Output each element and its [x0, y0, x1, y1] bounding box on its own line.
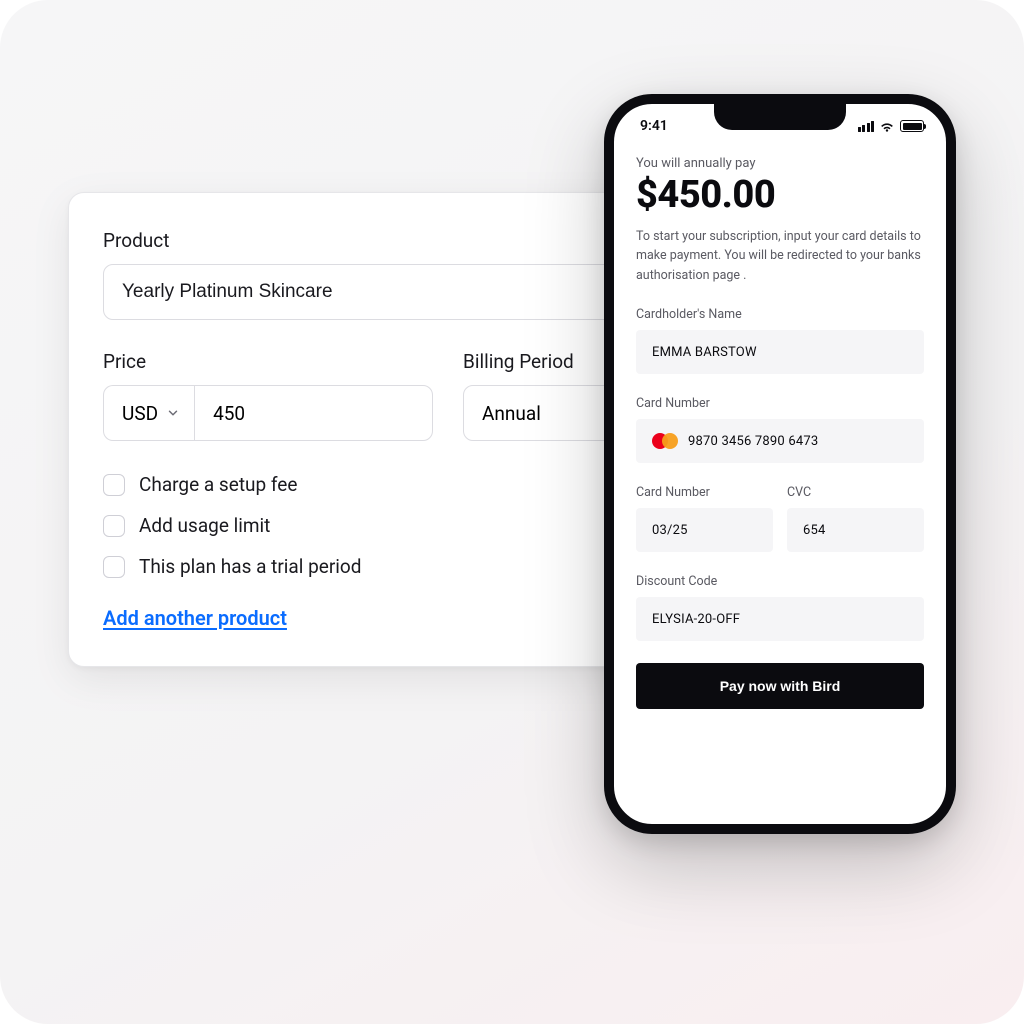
status-time: 9:41: [640, 118, 668, 134]
cvc-label: CVC: [787, 485, 924, 500]
canvas: Product Price USD 450 Bil: [0, 0, 1024, 1024]
signal-icon: [858, 121, 875, 132]
discount-label: Discount Code: [636, 574, 924, 589]
wifi-icon: [879, 120, 895, 132]
discount-input[interactable]: ELYSIA-20-OFF: [636, 597, 924, 641]
cardnumber-label: Card Number: [636, 396, 924, 411]
chevron-down-icon: [166, 406, 180, 420]
discount-value: ELYSIA-20-OFF: [652, 612, 740, 627]
expiry-label: Card Number: [636, 485, 773, 500]
pay-caption: You will annually pay: [636, 156, 924, 171]
cardholder-input[interactable]: EMMA BARSTOW: [636, 330, 924, 374]
phone-notch: [714, 104, 846, 130]
phone-mockup: 9:41 You will annually pay $450.00 To st…: [604, 94, 956, 834]
cardnumber-value: 9870 3456 7890 6473: [688, 434, 818, 449]
option-label: Charge a setup fee: [139, 473, 297, 496]
option-label: This plan has a trial period: [139, 555, 361, 578]
cardholder-value: EMMA BARSTOW: [652, 345, 757, 360]
checkbox-icon: [103, 515, 125, 537]
option-label: Add usage limit: [139, 514, 270, 537]
checkbox-icon: [103, 474, 125, 496]
currency-select[interactable]: USD: [103, 385, 194, 441]
pay-description: To start your subscription, input your c…: [636, 227, 924, 285]
mastercard-icon: [652, 433, 678, 449]
expiry-value: 03/25: [652, 523, 688, 538]
pay-amount: $450.00: [636, 173, 924, 217]
cardholder-label: Cardholder's Name: [636, 307, 924, 322]
cvc-value: 654: [803, 523, 826, 538]
checkbox-icon: [103, 556, 125, 578]
pay-button[interactable]: Pay now with Bird: [636, 663, 924, 709]
currency-value: USD: [122, 402, 158, 425]
expiry-input[interactable]: 03/25: [636, 508, 773, 552]
cvc-input[interactable]: 654: [787, 508, 924, 552]
pay-button-label: Pay now with Bird: [720, 678, 841, 694]
cardnumber-input[interactable]: 9870 3456 7890 6473: [636, 419, 924, 463]
battery-icon: [900, 120, 924, 132]
price-input[interactable]: 450: [194, 385, 433, 441]
price-value: 450: [213, 402, 245, 425]
price-label: Price: [103, 350, 433, 373]
add-another-product-link[interactable]: Add another product: [103, 606, 287, 630]
billing-period-value: Annual: [482, 402, 541, 425]
